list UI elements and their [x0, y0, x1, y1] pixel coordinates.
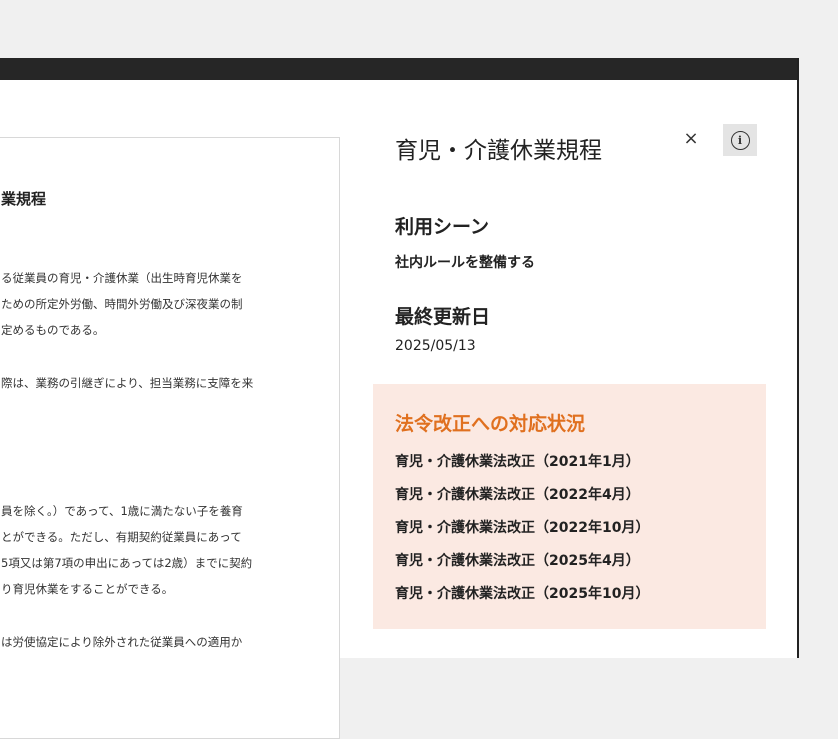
panel-title: 育児・介護休業規程: [395, 138, 602, 164]
document-line: 定めるものである。: [1, 323, 105, 337]
info-button[interactable]: i: [723, 124, 757, 156]
law-revision-box: 法令改正への対応状況 育児・介護休業法改正（2021年1月） 育児・介護休業法改…: [373, 384, 766, 629]
window-top-bar: [0, 58, 797, 80]
law-revision-item: 育児・介護休業法改正（2025年4月）: [395, 553, 640, 569]
document-line: 5項又は第7項の申出にあっては2歳）までに契約: [1, 556, 253, 570]
document-title: 業規程: [1, 190, 47, 208]
document-preview[interactable]: 業規程 る従業員の育児・介護休業（出生時育児休業を ための所定外労働、時間外労働…: [0, 137, 340, 739]
law-revision-item: 育児・介護休業法改正（2025年10月）: [395, 586, 650, 602]
close-icon: ×: [683, 128, 699, 149]
usage-scene-heading: 利用シーン: [395, 216, 490, 238]
document-line: とができる。ただし、有期契約従業員にあって: [1, 530, 242, 544]
info-icon: i: [730, 130, 750, 150]
last-updated-value: 2025/05/13: [395, 338, 476, 354]
law-revision-item: 育児・介護休業法改正（2022年10月）: [395, 520, 650, 536]
document-line: り育児休業をすることができる。: [1, 582, 174, 596]
document-line: る従業員の育児・介護休業（出生時育児休業を: [1, 271, 243, 285]
last-updated-heading: 最終更新日: [395, 306, 491, 328]
close-button[interactable]: ×: [680, 128, 702, 150]
document-line: 員を除く。）であって、1歳に満たない子を養育: [1, 504, 243, 518]
document-line: ための所定外労働、時間外労働及び深夜業の制: [1, 297, 243, 311]
law-revision-heading: 法令改正への対応状況: [395, 413, 586, 435]
document-line: は労使協定により除外された従業員への適用か: [1, 635, 243, 649]
law-revision-item: 育児・介護休業法改正（2021年1月）: [395, 454, 640, 470]
document-line: 際は、業務の引継ぎにより、担当業務に支障を来: [1, 376, 254, 390]
law-revision-item: 育児・介護休業法改正（2022年4月）: [395, 487, 640, 503]
usage-scene-value: 社内ルールを整備する: [395, 255, 535, 271]
